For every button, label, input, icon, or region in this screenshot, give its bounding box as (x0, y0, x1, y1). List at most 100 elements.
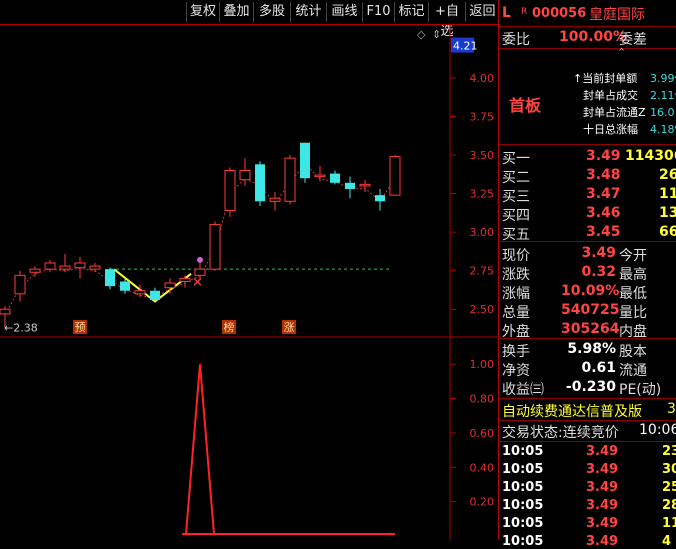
signal-dot-icon (197, 256, 203, 263)
chart-area[interactable]: 4.00 3.75 3.50 3.25 3.00 2.75 2.50 4.21 ◇ ⇕ ✕ ←2.38… (0, 24, 498, 540)
tick-price-3: 3.49 (586, 498, 619, 513)
candle-body (14, 274, 26, 295)
sep (499, 144, 676, 145)
toolbar-button-6[interactable]: 标记 (394, 2, 428, 22)
bid-label-2: 买三 (502, 189, 530, 205)
tick-time-2: 10:05 (502, 480, 544, 495)
tick-price-4: 3.49 (586, 516, 619, 531)
fin-label-2: 收益㈢ (502, 382, 544, 398)
flag-label: L (502, 5, 511, 21)
bid-vol-2: 1152 (659, 186, 676, 202)
tick-price-5: 3.49 (586, 534, 619, 549)
toolbar-button-3[interactable]: 统计 (290, 2, 326, 22)
fin-label2-1: 流通 (619, 363, 647, 379)
price-tick-label: 2.75 (470, 265, 495, 278)
info-value-0: 3.99亿 (650, 72, 676, 85)
indicator-tick-label: 1.00 (470, 358, 495, 371)
sep (499, 241, 676, 242)
bid-label-1: 买二 (502, 170, 530, 186)
fin-label2-0: 股本 (619, 344, 647, 360)
sep (499, 48, 676, 49)
expand-icon: ⇕ (432, 28, 441, 41)
toolbar-button-5[interactable]: F10 (362, 2, 394, 22)
stat-label2-0: 今开 (619, 248, 647, 264)
fin-label2-2: PE(动) (619, 382, 662, 398)
event-marker-2: 涨 (284, 321, 295, 334)
price-tick-label: 3.50 (470, 149, 495, 162)
toolbar-button-1[interactable]: 叠加 (219, 2, 253, 22)
weibi-value: 100.00% (559, 29, 628, 45)
info-label-0: ↑当前封单额 (573, 72, 638, 85)
bid-vol-4: 6634 (659, 224, 676, 240)
tick-vol-1: 30 (662, 462, 676, 477)
min-price-label: ←2.38 (4, 322, 38, 335)
toolbar-button-2[interactable]: 多股 (253, 2, 290, 22)
ad-number: 3 (667, 401, 676, 417)
tick-time-1: 10:05 (502, 462, 544, 477)
event-marker-1: 榜 (224, 320, 235, 334)
tick-vol-2: 25 (662, 480, 676, 495)
sep (499, 338, 676, 339)
bid-vol-3: 1375 (659, 205, 676, 221)
candle-body (209, 223, 221, 270)
candle-body (269, 197, 281, 202)
candle-body (0, 308, 11, 315)
indicator-tick-label: 0.40 (470, 461, 495, 474)
fin-label-1: 净资 (502, 363, 530, 379)
toolbar-button-7[interactable]: +自选 (428, 2, 465, 39)
info-label-2: 封单占流通Z (583, 106, 646, 119)
bid-vol-1: 2650 (659, 167, 676, 183)
candle-body (194, 268, 206, 276)
info-label-3: 十日总涨幅 (583, 123, 638, 136)
stock-code: 000056 (532, 6, 587, 21)
sep (499, 420, 676, 421)
tick-time-0: 10:05 (502, 444, 544, 459)
stat-label-3: 总量 (502, 305, 530, 321)
stat-label2-1: 最高 (619, 267, 647, 283)
sep (499, 398, 676, 399)
candle-body (330, 173, 340, 183)
diamond-icon: ◇ (417, 28, 426, 41)
stat-value-0: 3.49 (581, 245, 616, 261)
candle-body (120, 281, 130, 291)
candle-body (164, 282, 176, 289)
bid-price-0: 3.49 (586, 148, 621, 164)
toolbar-button-8[interactable]: 返回 (465, 2, 499, 22)
tick-price-0: 3.49 (586, 444, 619, 459)
bid-price-4: 3.45 (586, 224, 621, 240)
r-mark: R (521, 7, 528, 17)
tick-vol-4: 11 (662, 516, 676, 531)
candle-body (224, 169, 236, 212)
tick-time-5: 10:05 (502, 534, 544, 549)
candle-body (105, 269, 115, 287)
stat-value-3: 540725 (561, 302, 620, 318)
sell-signal-icon: ✕ (192, 275, 203, 290)
tick-time-3: 10:05 (502, 498, 544, 513)
candle-body (255, 164, 265, 202)
candle-body (375, 195, 385, 202)
candle-body (359, 183, 371, 187)
bid-label-0: 买一 (502, 151, 530, 167)
indicator-tick-label: 0.80 (470, 393, 495, 406)
tick-time-4: 10:05 (502, 516, 544, 531)
info-value-1: 2.11倍 (650, 89, 676, 102)
price-tick-label: 4.00 (470, 72, 495, 85)
candle-body (89, 265, 101, 270)
toolbar-button-0[interactable]: 复权 (186, 2, 219, 22)
current-price-tag-text: 4.21 (453, 40, 478, 53)
bid-price-2: 3.47 (586, 186, 621, 202)
candle-body (134, 290, 146, 295)
board-label: 首板 (509, 96, 542, 115)
chart-toolbar: 复权 叠加 多股 统计 画线 F10 标记 +自选 返回 (0, 0, 499, 39)
info-label-1: 封单占成交 (583, 89, 638, 102)
ad-banner[interactable]: 自动续费通达信普及版 (502, 401, 642, 421)
toolbar-button-4[interactable]: 画线 (326, 2, 362, 22)
stat-value-4: 305264 (561, 321, 620, 337)
tick-price-2: 3.49 (586, 480, 619, 495)
event-marker-0: 预 (75, 321, 86, 334)
indicator-tick-label: 0.20 (470, 496, 495, 509)
candle-body (389, 156, 401, 196)
stat-value-2: 10.09% (561, 283, 620, 299)
stat-label-0: 现价 (502, 248, 530, 264)
quote-panel: LR000056皇庭国际委比100.00%委差⌃首板↑当前封单额3.99亿封单占… (498, 0, 676, 549)
